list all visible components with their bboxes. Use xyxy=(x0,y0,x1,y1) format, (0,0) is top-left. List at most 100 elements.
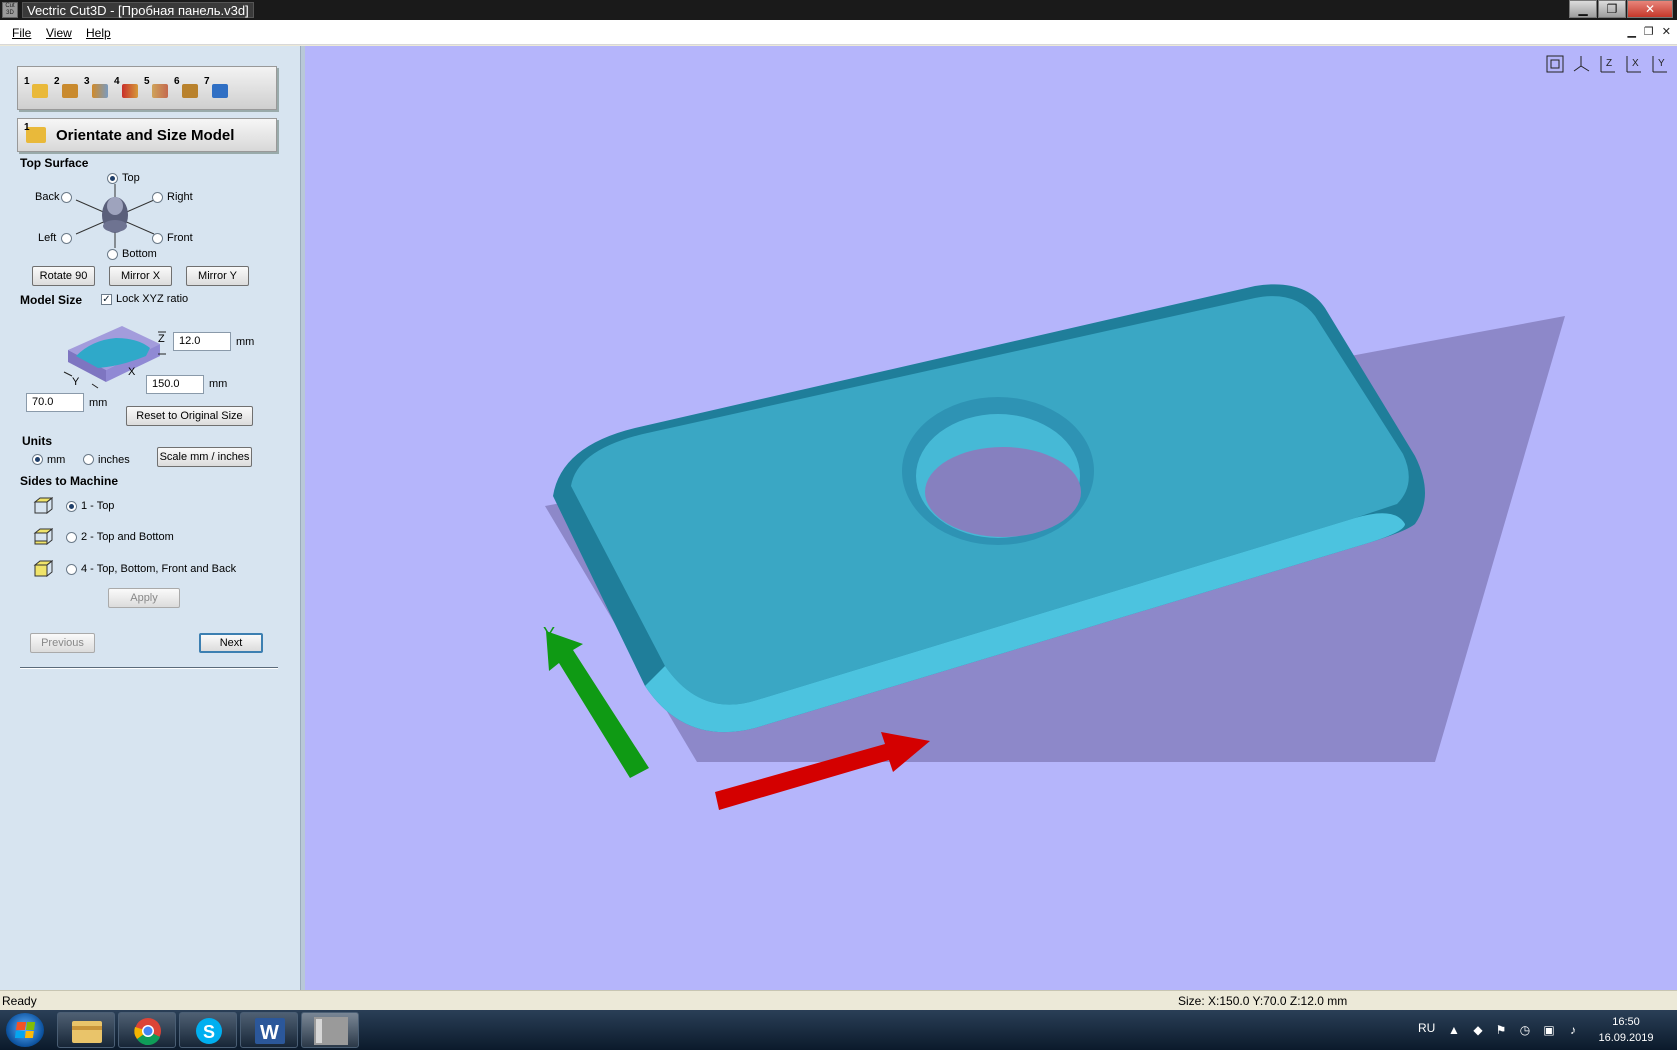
preview-icon xyxy=(182,84,198,98)
action-center-flag-icon[interactable]: ⚑ xyxy=(1494,1023,1508,1037)
radio-left[interactable] xyxy=(61,233,72,244)
previous-button[interactable]: Previous xyxy=(30,633,95,653)
step-5-button[interactable]: 5 xyxy=(144,76,170,102)
radio-right[interactable] xyxy=(152,192,163,203)
system-clock[interactable]: 16:50 16.09.2019 xyxy=(1590,1014,1662,1046)
taskbar-skype[interactable]: S xyxy=(179,1012,237,1048)
radio-back[interactable] xyxy=(61,192,72,203)
taskbar-word[interactable]: W xyxy=(240,1012,298,1048)
material-icon xyxy=(62,84,78,98)
start-button[interactable] xyxy=(6,1013,44,1047)
word-icon: W xyxy=(255,1018,285,1044)
step-header: 1 Orientate and Size Model xyxy=(17,118,277,152)
label-left: Left xyxy=(38,232,57,244)
z-unit-label: mm xyxy=(236,336,255,348)
y-axis-label: Y xyxy=(543,624,555,644)
units-inches-label: inches xyxy=(98,454,130,466)
step-number: 1 xyxy=(24,76,30,87)
clock-time: 16:50 xyxy=(1612,1016,1640,1028)
z-size-input[interactable]: 12.0 xyxy=(173,332,231,351)
label-top: Top xyxy=(122,172,140,184)
minimize-button[interactable]: ▁ xyxy=(1569,0,1597,18)
finishing-icon xyxy=(122,84,138,98)
two-sides-icon xyxy=(33,527,53,545)
mirror-y-button[interactable]: Mirror Y xyxy=(186,266,249,286)
y-size-input[interactable]: 70.0 xyxy=(26,393,84,412)
sides-option-1: 1 - Top xyxy=(81,500,115,512)
close-button[interactable]: ✕ xyxy=(1627,0,1673,18)
rotate-90-button[interactable]: Rotate 90 xyxy=(32,266,95,286)
step-4-button[interactable]: 4 xyxy=(114,76,140,102)
menu-file[interactable]: File xyxy=(12,26,31,40)
status-model-size: Size: X:150.0 Y:70.0 Z:12.0 mm xyxy=(1178,994,1348,1008)
step-number: 4 xyxy=(114,76,120,87)
step-number: 5 xyxy=(144,76,150,87)
mdi-close-button[interactable]: ✕ xyxy=(1662,25,1671,38)
windows-logo-icon xyxy=(14,1022,36,1038)
step-header-title: Orientate and Size Model xyxy=(56,127,235,144)
radio-sides-4[interactable] xyxy=(66,564,77,575)
radio-front[interactable] xyxy=(152,233,163,244)
z-axis-label: Z xyxy=(158,333,165,345)
next-button[interactable]: Next xyxy=(199,633,263,653)
step-6-button[interactable]: 6 xyxy=(174,76,200,102)
step-2-button[interactable]: 2 xyxy=(54,76,80,102)
save-toolpath-icon xyxy=(212,84,228,98)
language-indicator[interactable]: RU xyxy=(1418,1021,1435,1035)
3d-viewport[interactable]: Z X Y Y X xyxy=(305,46,1677,990)
menu-view[interactable]: View xyxy=(46,26,72,40)
taskbar-chrome[interactable] xyxy=(118,1012,176,1048)
step-3-button[interactable]: 3 xyxy=(84,76,110,102)
step-number: 7 xyxy=(204,76,210,87)
reset-size-button[interactable]: Reset to Original Size xyxy=(126,406,253,426)
y-axis-label: Y xyxy=(72,376,80,388)
radio-sides-2[interactable] xyxy=(66,532,77,543)
mdi-restore-button[interactable]: ❐ xyxy=(1644,25,1654,38)
clock-tray-icon[interactable]: ◷ xyxy=(1518,1023,1532,1037)
app-icon: Cut 3D xyxy=(2,2,18,18)
open-folder-icon xyxy=(32,84,48,98)
restore-button[interactable]: ❐ xyxy=(1598,0,1626,18)
menu-help-label: Help xyxy=(86,26,111,40)
radio-units-mm[interactable] xyxy=(32,454,43,465)
step-number: 3 xyxy=(84,76,90,87)
x-axis-label: X xyxy=(128,366,136,378)
skype-icon: S xyxy=(196,1018,222,1044)
x-size-input[interactable]: 150.0 xyxy=(146,375,204,394)
volume-icon[interactable]: ♪ xyxy=(1566,1023,1580,1037)
show-hidden-icons-icon[interactable]: ▲ xyxy=(1447,1023,1461,1037)
mirror-x-button[interactable]: Mirror X xyxy=(109,266,172,286)
radio-units-inches[interactable] xyxy=(83,454,94,465)
lock-xyz-label: Lock XYZ ratio xyxy=(116,293,189,305)
taskbar: S W RU ▲ ◆ ⚑ ◷ ▣ ♪ 16:50 16.09.2019 xyxy=(0,1010,1677,1050)
cut3d-icon xyxy=(314,1017,348,1045)
label-right: Right xyxy=(167,191,193,203)
step-7-button[interactable]: 7 xyxy=(204,76,230,102)
scale-units-button[interactable]: Scale mm / inches xyxy=(157,447,252,467)
explorer-icon xyxy=(72,1021,102,1043)
label-bottom: Bottom xyxy=(122,248,157,260)
network-icon[interactable]: ▣ xyxy=(1542,1023,1556,1037)
top-surface-title: Top Surface xyxy=(20,156,89,170)
taskbar-cut3d[interactable] xyxy=(301,1012,359,1048)
step-1-button[interactable]: 1 xyxy=(24,76,50,102)
taskbar-explorer[interactable] xyxy=(57,1012,115,1048)
svg-text:W: W xyxy=(260,1022,279,1044)
chrome-icon xyxy=(134,1018,161,1046)
one-side-icon xyxy=(33,496,53,514)
radio-top[interactable] xyxy=(107,173,118,184)
mdi-minimize-button[interactable]: ▁ xyxy=(1627,25,1635,38)
menu-view-label: View xyxy=(46,26,72,40)
lock-xyz-checkbox[interactable]: ✓ xyxy=(101,294,112,305)
apply-button[interactable]: Apply xyxy=(108,588,180,608)
window-title: Vectric Cut3D - [Пробная панель.v3d] xyxy=(22,2,254,18)
sides-option-2: 2 - Top and Bottom xyxy=(81,531,174,543)
y-unit-label: mm xyxy=(89,397,108,409)
four-sides-icon xyxy=(33,559,53,577)
radio-sides-1[interactable] xyxy=(66,501,77,512)
step-number: 2 xyxy=(54,76,60,87)
menu-help[interactable]: Help xyxy=(86,26,111,40)
radio-bottom[interactable] xyxy=(107,249,118,260)
label-back: Back xyxy=(35,191,60,203)
dropbox-icon[interactable]: ◆ xyxy=(1471,1023,1485,1037)
